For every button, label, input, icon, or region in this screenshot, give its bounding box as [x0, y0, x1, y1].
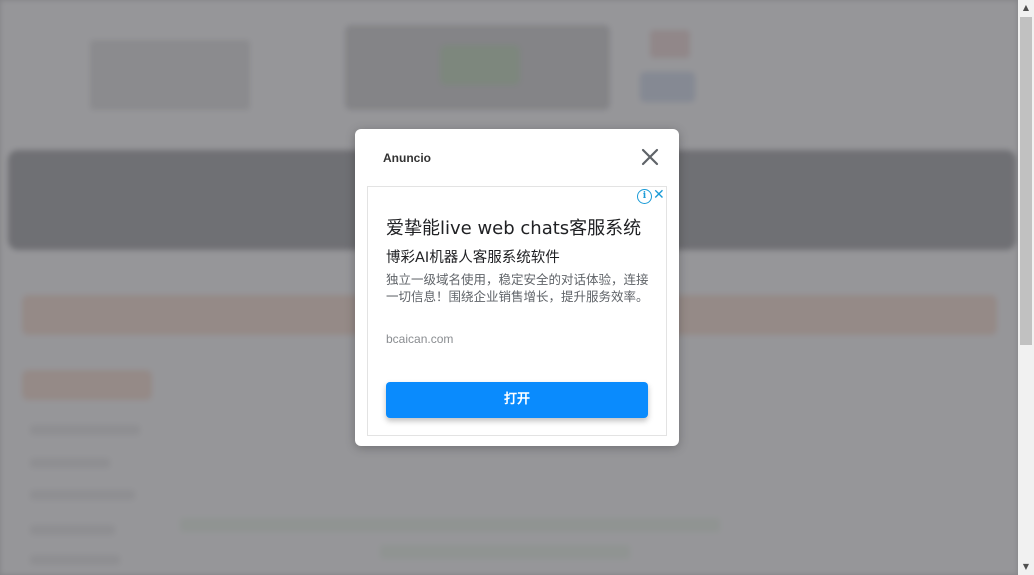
close-icon[interactable] — [639, 146, 661, 168]
scroll-up-arrow-icon[interactable]: ▲ — [1018, 0, 1034, 16]
page-scrollbar[interactable]: ▲ ▼ — [1018, 0, 1034, 575]
scrollbar-thumb[interactable] — [1020, 17, 1032, 345]
ad-description: 独立一级域名使用，稳定安全的对话体验，连接一切信息！围绕企业销售增长，提升服务效… — [386, 272, 649, 304]
ad-headline[interactable]: 爱挚能live web chats客服系统 — [386, 214, 641, 240]
open-button[interactable]: 打开 — [386, 382, 648, 418]
ad-dialog: Anuncio i ✕ 爱挚能live web chats客服系统 博彩AI机器… — [355, 129, 679, 446]
ad-display-url[interactable]: bcaican.com — [386, 332, 453, 346]
close-icon-glyph — [641, 148, 659, 166]
dialog-title: Anuncio — [383, 151, 431, 165]
ad-subheadline[interactable]: 博彩AI机器人客服系统软件 — [386, 246, 560, 267]
scroll-down-arrow-icon[interactable]: ▼ — [1018, 559, 1034, 575]
ad-frame[interactable]: i ✕ 爱挚能live web chats客服系统 博彩AI机器人客服系统软件 … — [367, 186, 667, 436]
info-icon[interactable]: i — [637, 189, 652, 204]
ad-close-icon[interactable]: ✕ — [653, 188, 665, 202]
